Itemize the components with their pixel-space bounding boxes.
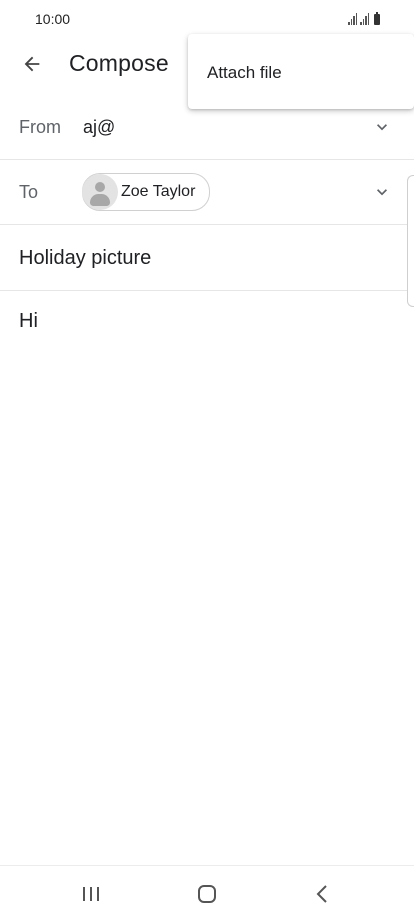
scroll-handle[interactable]: [407, 175, 414, 307]
home-button[interactable]: [187, 880, 227, 908]
to-row: To Zoe Taylor: [0, 160, 414, 225]
back-button[interactable]: [16, 48, 48, 80]
signal-icon: [348, 13, 357, 25]
from-value[interactable]: aj@: [83, 117, 115, 138]
subject-row[interactable]: Holiday picture: [0, 225, 414, 291]
status-icons: [348, 11, 380, 25]
body-field[interactable]: Hi: [19, 310, 38, 333]
back-chevron-icon: [316, 885, 327, 903]
chevron-down-icon: [377, 189, 387, 196]
recipient-chip[interactable]: Zoe Taylor: [82, 173, 211, 211]
home-icon: [198, 885, 216, 903]
chevron-down-icon: [377, 124, 387, 131]
menu-item-attach-file[interactable]: Attach file: [188, 34, 414, 109]
status-bar: 10:00: [0, 0, 414, 36]
recents-icon: [83, 887, 99, 901]
navigation-bar: [0, 865, 414, 920]
menu-item-label: Attach file: [207, 63, 282, 82]
from-label: From: [19, 117, 61, 137]
to-expand-button[interactable]: [370, 180, 394, 204]
from-expand-button[interactable]: [370, 115, 394, 139]
recents-button[interactable]: [71, 880, 111, 908]
to-label: To: [19, 182, 39, 202]
compose-screen: 10:00 Compose From aj@ To Zoe Taylor Hol…: [0, 0, 414, 920]
subject-field[interactable]: Holiday picture: [19, 247, 151, 270]
battery-icon: [374, 12, 380, 25]
overflow-menu: Attach file: [188, 34, 414, 109]
system-back-button[interactable]: [303, 880, 343, 908]
recipient-name: Zoe Taylor: [121, 183, 196, 200]
page-title: Compose: [69, 50, 169, 76]
signal-icon: [360, 13, 369, 25]
status-time: 10:00: [35, 11, 71, 27]
person-icon: [82, 174, 118, 210]
arrow-left-icon: [24, 56, 40, 72]
